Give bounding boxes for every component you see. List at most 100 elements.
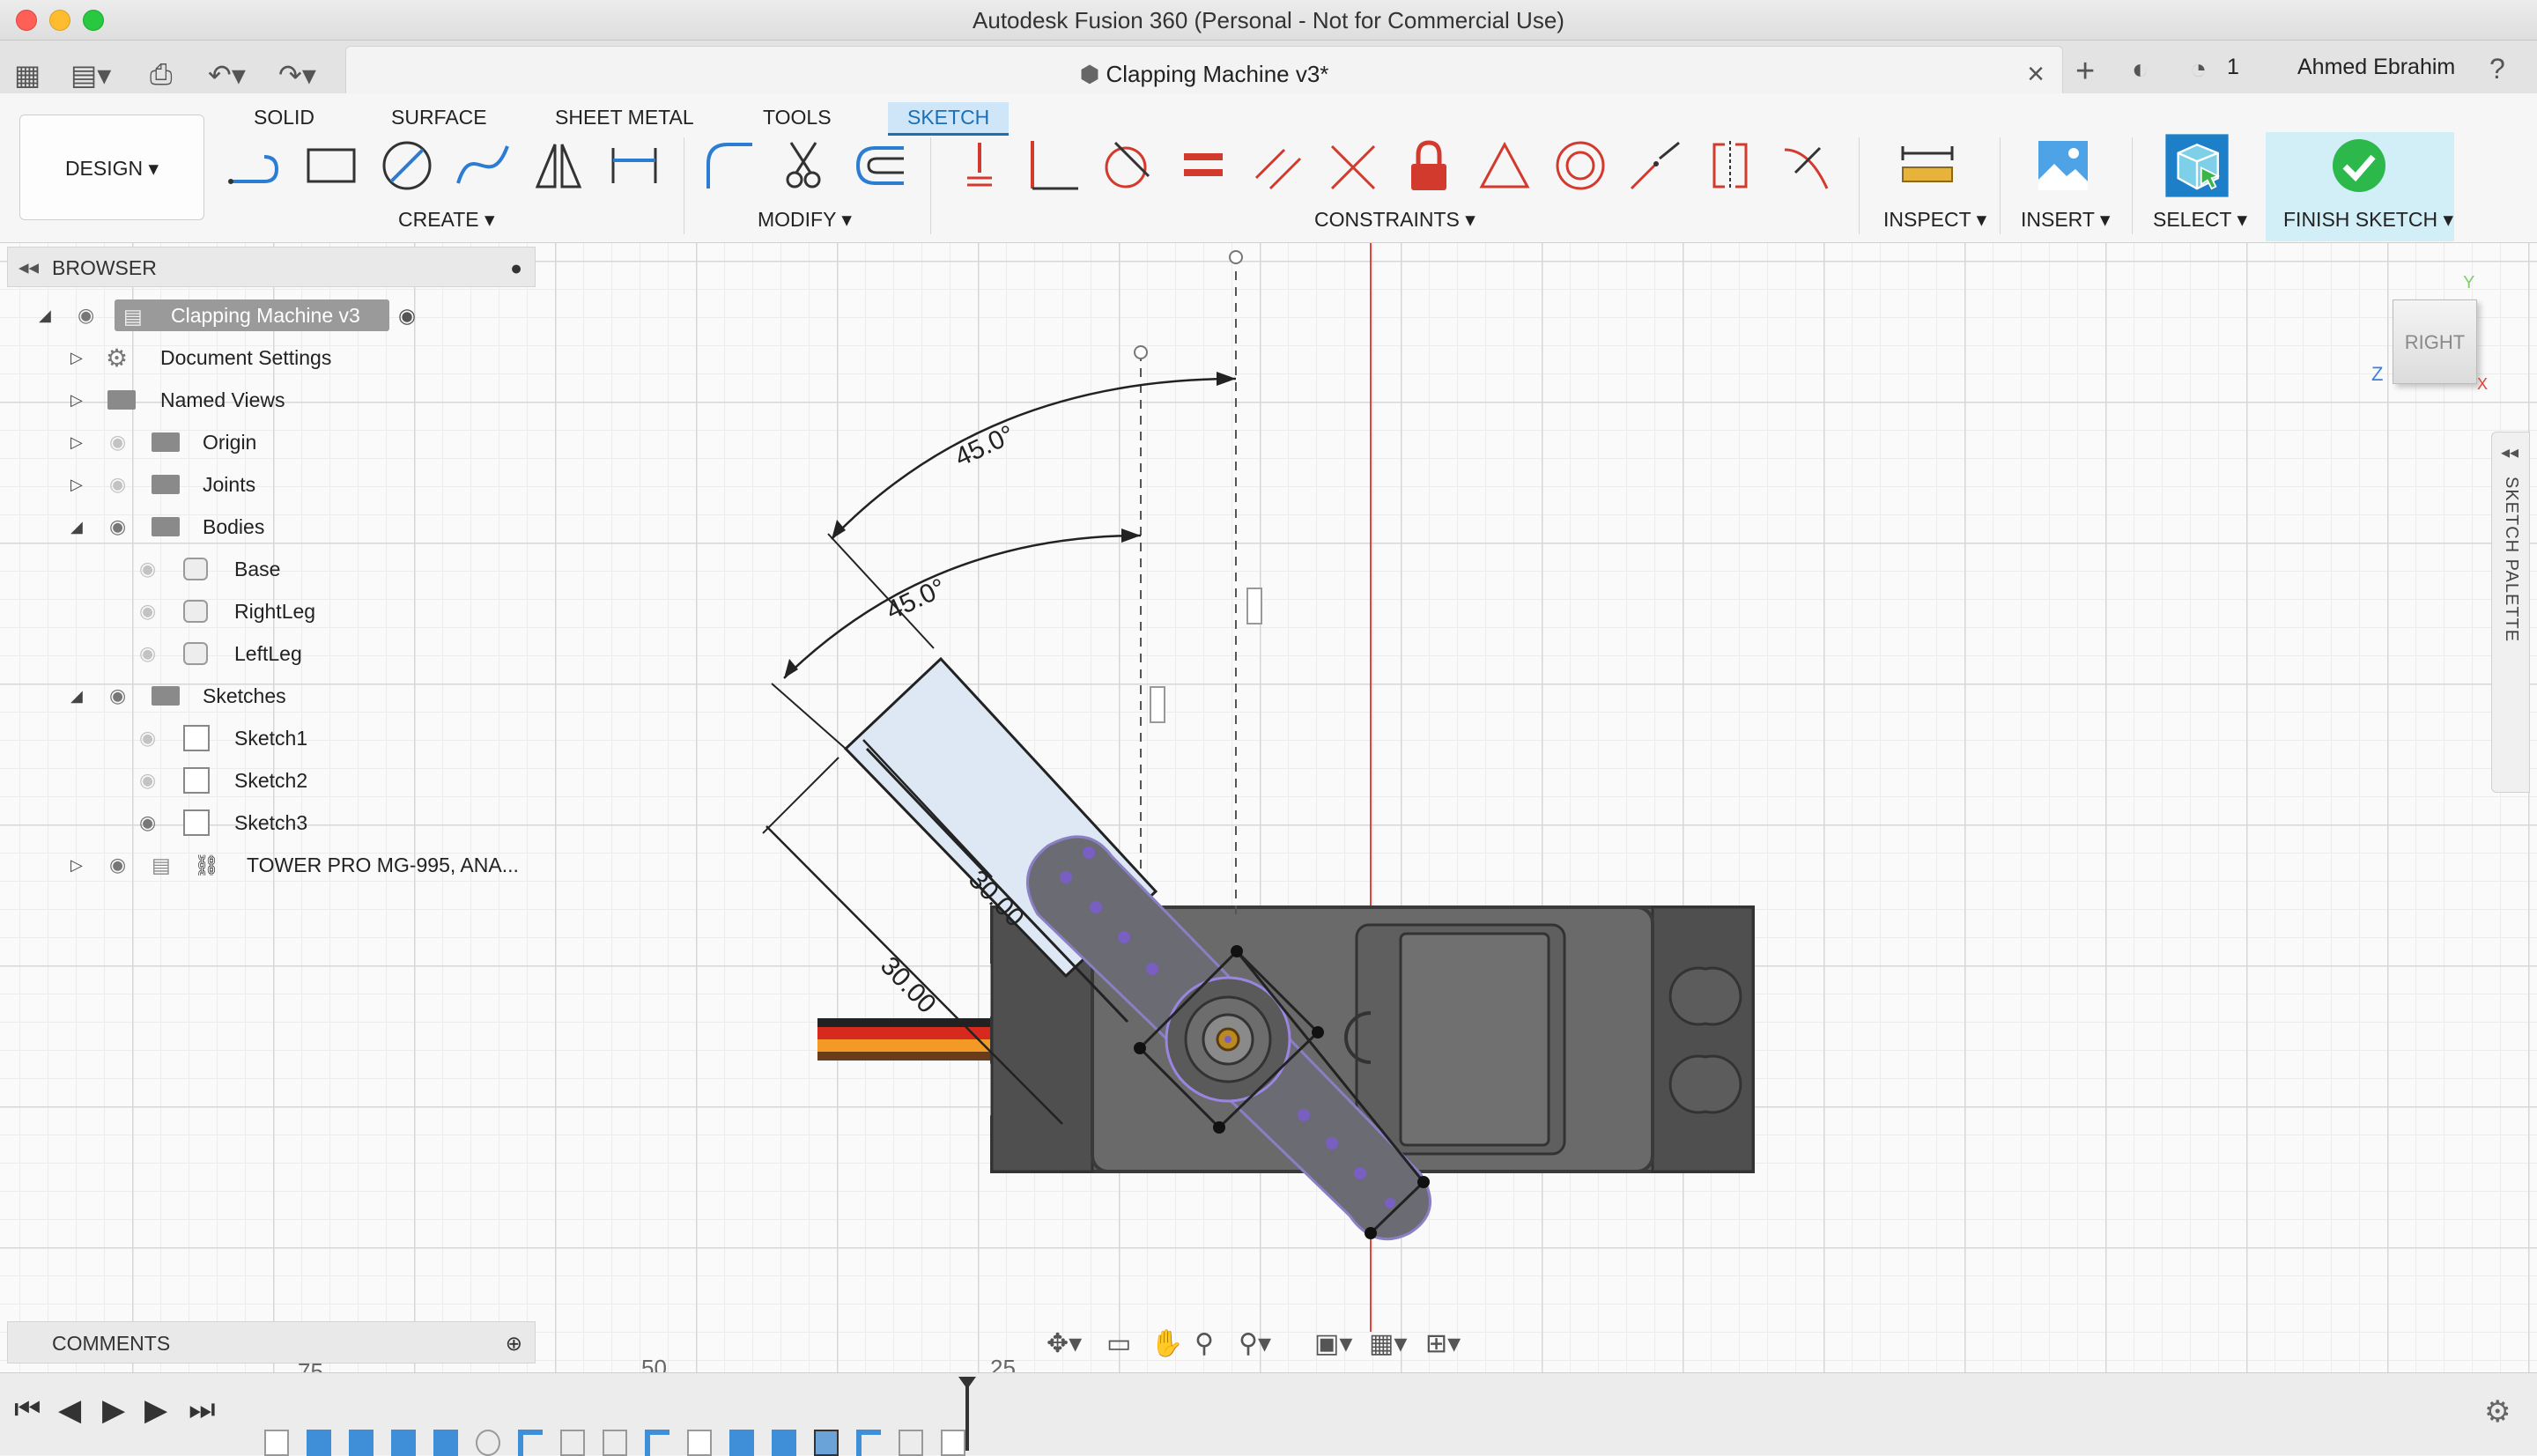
timeline-extrude-icon[interactable] [772,1430,796,1456]
tree-item-rightleg[interactable]: ◉ RightLeg [7,592,536,631]
create-menu[interactable]: CREATE ▾ [398,208,495,232]
collapse-browser-icon[interactable]: ◂◂ [18,255,39,279]
browser-options-icon[interactable]: ● [510,256,522,280]
expand-arrow-icon[interactable]: ▷ [70,856,83,875]
tree-item-servo-link[interactable]: ▷ ◉ ▤ ⛓ TOWER PRO MG-995, ANA... [7,846,536,884]
collinear-constraint-icon[interactable] [1626,137,1683,194]
collapse-arrow-icon[interactable]: ◢ [39,307,51,325]
tab-sketch[interactable]: SKETCH [888,102,1010,136]
timeline-marker-head[interactable] [958,1377,976,1389]
sketch-point[interactable] [1134,345,1148,359]
insert-image-icon[interactable] [2035,137,2091,194]
expand-palette-icon[interactable]: ◂◂ [2501,441,2519,463]
spline-tool-icon[interactable] [455,137,511,194]
tab-sheet-metal[interactable]: SHEET METAL [536,102,714,133]
app-grid-icon[interactable]: ▦ [14,58,41,92]
measure-tool-icon[interactable] [1899,137,1956,194]
midpoint-constraint-icon[interactable] [1476,137,1533,194]
circle-tool-icon[interactable] [379,137,435,194]
visibility-eye-icon[interactable]: ◉ [109,515,126,538]
grid-settings-icon[interactable]: ▦▾ [1369,1328,1407,1359]
visibility-eye-icon[interactable]: ◉ [109,854,126,876]
select-menu[interactable]: SELECT ▾ [2153,208,2247,232]
visibility-eye-icon[interactable]: ◉ [139,811,156,834]
hidden-eye-icon[interactable]: ◉ [139,600,156,623]
visibility-eye-icon[interactable]: ◉ [109,684,126,707]
timeline-joint-icon[interactable] [603,1430,627,1456]
sketch-point[interactable] [1229,250,1243,264]
timeline-extrude-icon[interactable] [391,1430,416,1456]
file-menu-icon[interactable]: ▤▾ [70,58,111,92]
add-comment-icon[interactable]: ⊕ [506,1332,522,1356]
expand-arrow-icon[interactable]: ▷ [70,391,83,410]
tree-item-bodies[interactable]: ◢ ◉ Bodies [7,507,536,546]
tree-item-named-views[interactable]: ▷ Named Views [7,381,536,419]
timeline-joint-icon[interactable] [645,1430,669,1456]
job-status-icon[interactable]: ◔ [2190,53,2207,85]
timeline-joint-icon[interactable] [560,1430,585,1456]
angle-dimension-text[interactable]: 45.0° [882,573,950,626]
tangent-constraint-icon[interactable] [1099,137,1156,194]
timeline-marker[interactable] [965,1380,969,1451]
redo-icon[interactable]: ↷▾ [278,58,316,92]
expand-arrow-icon[interactable]: ▷ [70,433,83,452]
curvature-constraint-icon[interactable] [1778,137,1834,194]
angle-dimension-arc[interactable] [831,377,1237,540]
timeline-extrude-icon[interactable] [307,1430,331,1456]
timeline-extrude-icon[interactable] [729,1430,754,1456]
step-back-icon[interactable]: ◀ [58,1393,81,1428]
constraints-menu[interactable]: CONSTRAINTS ▾ [1314,208,1476,232]
coincident-constraint-icon[interactable] [1025,137,1082,194]
timeline-sketch-icon[interactable] [941,1430,965,1456]
sketch-palette-tab[interactable]: ◂◂ SKETCH PALETTE [2491,432,2530,793]
select-tool-icon[interactable] [2163,132,2230,199]
tab-tools[interactable]: TOOLS [743,102,851,133]
timeline-fillet-icon[interactable] [476,1430,500,1456]
mirror-tool-icon[interactable] [530,137,587,194]
user-name[interactable]: Ahmed Ebrahim [2297,55,2455,80]
tree-item-document-settings[interactable]: ▷ ⚙ Document Settings [7,338,536,377]
new-tab-icon[interactable]: + [2075,53,2095,91]
rectangle-tool-icon[interactable] [303,137,359,194]
timeline-joint-icon[interactable] [899,1430,923,1456]
hidden-eye-icon[interactable]: ◉ [139,558,156,580]
workspace-switcher[interactable]: DESIGN ▾ [19,115,204,220]
collapse-arrow-icon[interactable]: ◢ [70,518,83,536]
equal-constraint-icon[interactable] [1175,137,1232,194]
fit-icon[interactable]: ⚲▾ [1239,1328,1271,1359]
look-at-icon[interactable]: ▭ [1106,1328,1131,1359]
hidden-eye-icon[interactable]: ◉ [109,431,126,454]
hidden-eye-icon[interactable]: ◉ [139,642,156,665]
timeline-component-icon[interactable] [814,1430,839,1456]
orbit-icon[interactable]: ✥▾ [1047,1328,1082,1359]
line-tool-icon[interactable] [226,137,282,194]
tree-item-sketches[interactable]: ◢ ◉ Sketches [7,676,536,715]
comments-panel[interactable]: COMMENTS ⊕ [7,1321,536,1364]
dimension-handle[interactable] [1246,588,1262,625]
tree-item-sketch1[interactable]: ◉ Sketch1 [7,719,536,758]
timeline-settings-icon[interactable]: ⚙ [2484,1394,2511,1430]
help-icon[interactable]: ? [2489,53,2505,85]
tree-item-sketch2[interactable]: ◉ Sketch2 [7,761,536,800]
view-cube[interactable]: RIGHT [2393,299,2477,384]
timeline-sketch-icon[interactable] [264,1430,289,1456]
horizontal-vertical-constraint-icon[interactable] [951,137,1008,194]
go-to-start-icon[interactable]: ⏮ [14,1393,41,1427]
finish-sketch-button[interactable]: FINISH SKETCH ▾ [2266,132,2454,241]
tab-surface[interactable]: SURFACE [372,102,507,133]
zoom-icon[interactable]: ⚲ [1195,1328,1214,1359]
insert-menu[interactable]: INSERT ▾ [2021,208,2110,232]
close-tab-icon[interactable]: × [2027,57,2045,92]
linear-dimension-text[interactable]: 30.00 [875,951,942,1019]
angle-dimension-text[interactable]: 45.0° [950,420,1019,473]
parallel-constraint-icon[interactable] [1251,137,1307,194]
inspect-menu[interactable]: INSPECT ▾ [1883,208,1986,232]
tree-root[interactable]: ◢ ◉ ▤ Clapping Machine v3 ◉ [7,296,536,335]
expand-arrow-icon[interactable]: ▷ [70,349,83,367]
step-forward-icon[interactable]: ▶ [144,1393,167,1428]
timeline-sketch-icon[interactable] [687,1430,712,1456]
tree-item-base[interactable]: ◉ Base [7,550,536,588]
display-settings-icon[interactable]: ▣▾ [1314,1328,1352,1359]
collapse-arrow-icon[interactable]: ◢ [70,687,83,706]
fillet-tool-icon[interactable] [701,137,758,194]
